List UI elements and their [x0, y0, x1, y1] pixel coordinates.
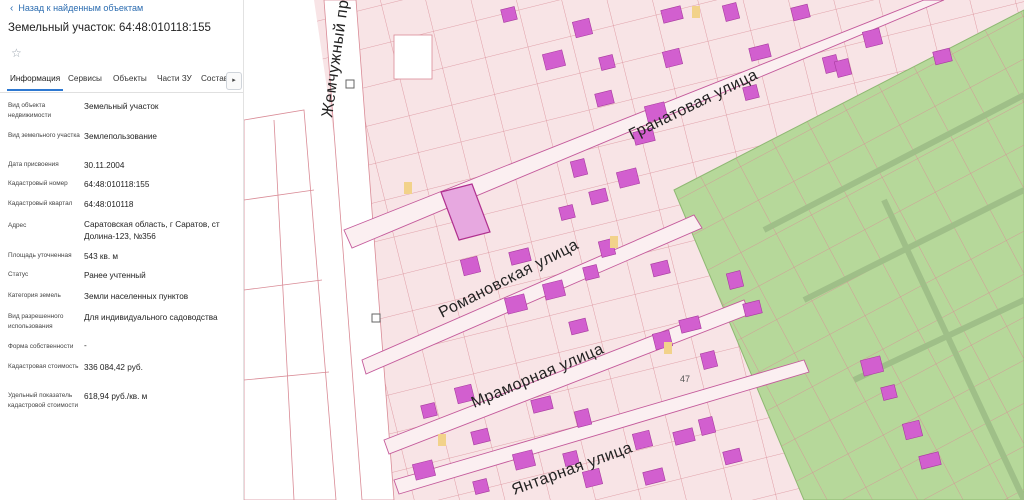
- outbuilding-footprint: [692, 6, 700, 18]
- chevron-right-icon[interactable]: ▸: [226, 72, 242, 90]
- info-value: Ранее учтенный: [84, 271, 146, 280]
- tab-services[interactable]: Сервисы: [68, 74, 102, 83]
- tab-objects[interactable]: Объекты: [113, 74, 147, 83]
- cadastral-map[interactable]: Жемчужный пр Гранатовая улица Романовска…: [244, 0, 1024, 500]
- info-value: -: [84, 341, 87, 350]
- back-link-label: Назад к найденным объектам: [18, 3, 144, 13]
- info-label: Форма собственности: [8, 343, 74, 350]
- star-icon[interactable]: ☆: [11, 46, 22, 60]
- map-marker-icon[interactable]: [371, 313, 381, 323]
- info-label: Вид разрешенного использования: [8, 313, 64, 330]
- info-value: 336 084,42 руб.: [84, 363, 143, 372]
- parcel-number-label: 47: [680, 374, 690, 384]
- info-value: Для индивидуального садоводства: [84, 313, 218, 322]
- info-label: Кадастровая стоимость: [8, 363, 79, 370]
- info-label: Кадастровый квартал: [8, 200, 73, 207]
- tab-composition[interactable]: Состав: [201, 74, 228, 83]
- info-label: Адрес: [8, 222, 27, 229]
- info-value: Земельный участок: [84, 102, 159, 111]
- chevron-left-icon: ‹: [10, 3, 14, 14]
- map-marker-icon[interactable]: [345, 79, 355, 89]
- info-value: 618,94 руб./кв. м: [84, 392, 148, 401]
- page-title: Земельный участок: 64:48:010118:155: [8, 22, 211, 34]
- info-label: Кадастровый номер: [8, 180, 68, 187]
- outbuilding-footprint: [438, 434, 446, 446]
- tab-bar: Информация Сервисы Объекты Части ЗУ Сост…: [0, 70, 243, 93]
- outbuilding-footprint: [610, 236, 618, 248]
- info-value[interactable]: 64:48:010118:155: [84, 179, 234, 191]
- map-canvas[interactable]: Жемчужный пр Гранатовая улица Романовска…: [244, 0, 1024, 500]
- info-label: Вид земельного участка: [8, 132, 80, 139]
- info-value: 543 кв. м: [84, 252, 119, 261]
- info-value: Саратовская область, г Саратов, ст Долин…: [84, 220, 220, 241]
- outbuilding-footprint: [664, 342, 672, 354]
- info-label: Удельный показатель кадастровой стоимост…: [8, 392, 79, 409]
- info-label: Площадь уточненная: [8, 252, 72, 259]
- info-value: Землепользование: [84, 132, 157, 141]
- info-value: Земли населенных пунктов: [84, 292, 189, 301]
- info-value[interactable]: 64:48:010118: [84, 199, 234, 211]
- info-value: 30.11.2004: [84, 161, 125, 170]
- tab-info[interactable]: Информация: [6, 74, 64, 91]
- back-link[interactable]: ‹ Назад к найденным объектам: [10, 3, 143, 14]
- info-label: Вид объекта недвижимости: [8, 102, 52, 119]
- info-label: Дата присвоения: [8, 161, 59, 168]
- empty-plot: [393, 34, 433, 80]
- outbuilding-footprint: [404, 182, 412, 194]
- info-panel: ‹ Назад к найденным объектам Земельный уч…: [0, 0, 244, 500]
- info-label: Статус: [8, 271, 29, 278]
- tab-land-parts[interactable]: Части ЗУ: [157, 74, 192, 83]
- info-label: Категория земель: [8, 292, 61, 299]
